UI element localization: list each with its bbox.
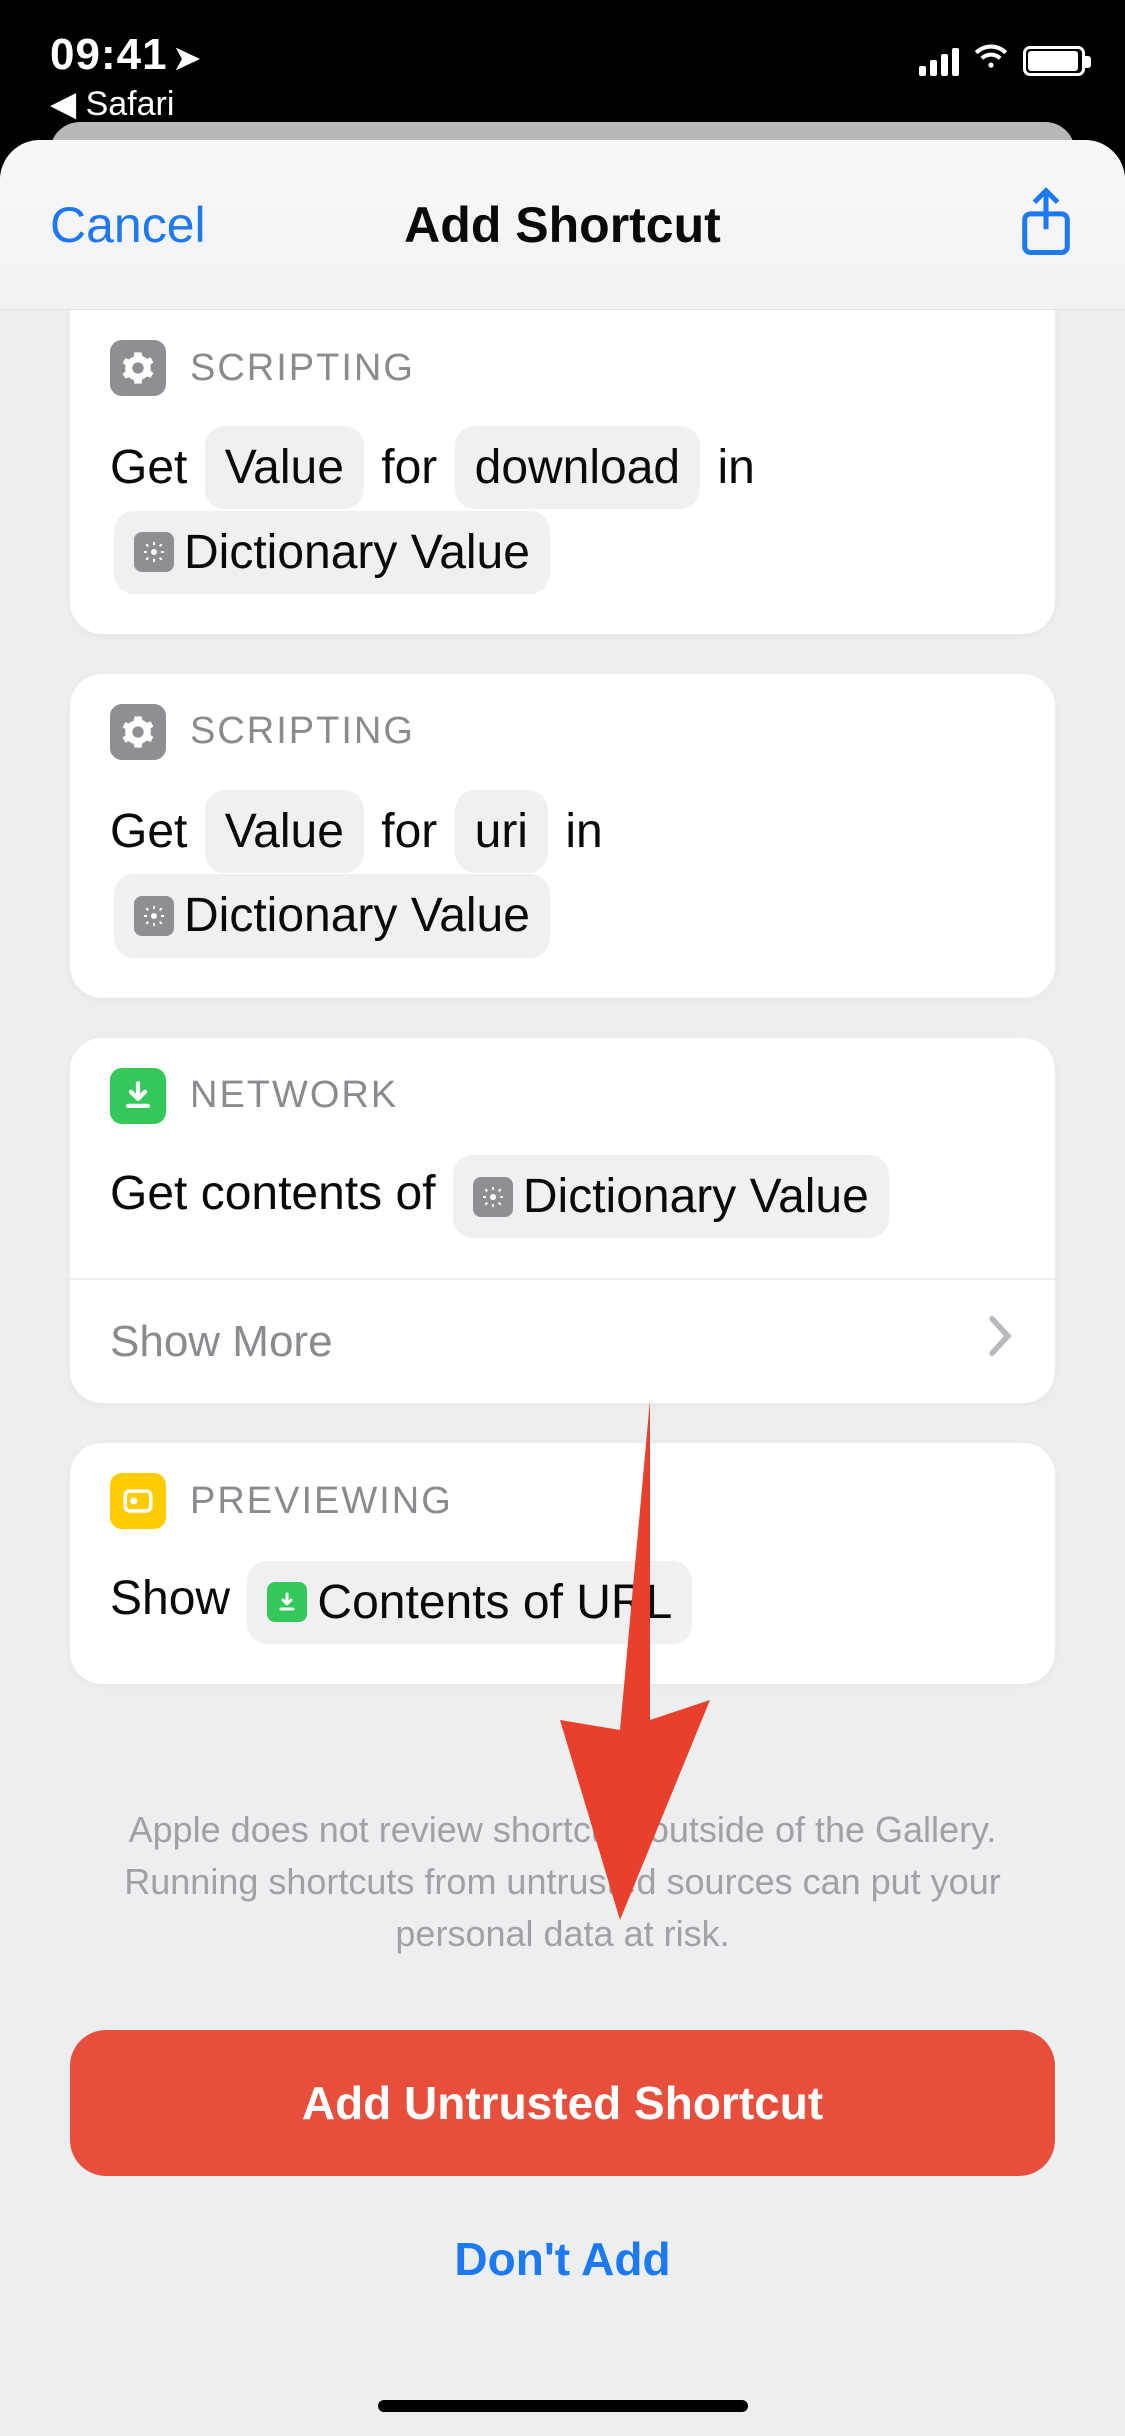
- share-icon: [1017, 248, 1075, 263]
- action-category: SCRIPTING: [190, 710, 415, 753]
- sheet-title: Add Shortcut: [404, 196, 721, 254]
- home-indicator[interactable]: [378, 2400, 748, 2412]
- status-time: 09:41➤: [50, 30, 201, 80]
- status-bar: 09:41➤ ◀ Safari: [0, 0, 1125, 130]
- cancel-button[interactable]: Cancel: [50, 196, 206, 254]
- dont-add-button[interactable]: Don't Add: [0, 2176, 1125, 2342]
- download-icon: [267, 1582, 307, 1622]
- share-button[interactable]: [1017, 186, 1075, 263]
- action-category: PREVIEWING: [190, 1480, 453, 1523]
- variable-token[interactable]: Dictionary Value: [114, 511, 550, 594]
- variable-token[interactable]: Dictionary Value: [453, 1155, 889, 1238]
- gear-icon: [110, 340, 166, 396]
- location-icon: ➤: [174, 39, 202, 77]
- action-body: Get contents of Dictionary Value: [70, 1144, 1055, 1279]
- chevron-right-icon: [985, 1314, 1015, 1369]
- action-body: Show Contents of URL: [70, 1549, 1055, 1684]
- cellular-icon: [919, 46, 959, 76]
- variable-token[interactable]: Dictionary Value: [114, 874, 550, 957]
- action-category: NETWORK: [190, 1074, 398, 1117]
- gear-icon: [134, 896, 174, 936]
- action-card: SCRIPTING Get Value for uri in Dictionar…: [70, 674, 1055, 998]
- key-token[interactable]: uri: [455, 790, 548, 873]
- download-icon: [110, 1068, 166, 1124]
- key-token[interactable]: download: [455, 426, 701, 509]
- back-to-app[interactable]: ◀ Safari: [50, 84, 201, 124]
- action-body: Get Value for download in Dictionary Val…: [70, 416, 1055, 634]
- preview-icon: [110, 1473, 166, 1529]
- gear-icon: [134, 532, 174, 572]
- sheet-header: Cancel Add Shortcut: [0, 140, 1125, 310]
- action-category: SCRIPTING: [190, 347, 415, 390]
- untrusted-warning-text: Apple does not review shortcuts outside …: [0, 1684, 1125, 2031]
- value-token[interactable]: Value: [205, 426, 364, 509]
- wifi-icon: [973, 40, 1009, 81]
- battery-icon: [1023, 46, 1085, 76]
- action-card: PREVIEWING Show Contents of URL: [70, 1443, 1055, 1684]
- variable-token[interactable]: Contents of URL: [247, 1561, 692, 1644]
- gear-icon: [110, 704, 166, 760]
- show-more-row[interactable]: Show More: [70, 1280, 1055, 1403]
- action-card: SCRIPTING Get Value for download in Dict…: [70, 310, 1055, 634]
- gear-icon: [473, 1177, 513, 1217]
- action-body: Get Value for uri in Dictionary Value: [70, 780, 1055, 998]
- action-card: NETWORK Get contents of Dictionary Value…: [70, 1038, 1055, 1404]
- add-shortcut-sheet: Cancel Add Shortcut SCRIPTING Get: [0, 140, 1125, 2436]
- value-token[interactable]: Value: [205, 790, 364, 873]
- show-more-label: Show More: [110, 1317, 333, 1367]
- add-untrusted-shortcut-button[interactable]: Add Untrusted Shortcut: [70, 2030, 1055, 2176]
